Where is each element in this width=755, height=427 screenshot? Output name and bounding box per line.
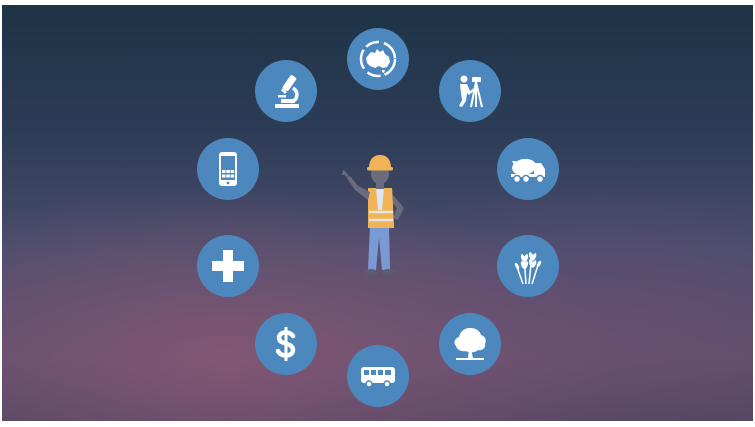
wheat-icon [514,252,542,285]
medical-cross-icon [212,250,244,282]
australia-map-circle [347,28,409,90]
microscope-circle [255,60,317,122]
microscope-icon [275,75,299,108]
tree-icon [454,328,486,360]
smartphone-icon [219,152,237,186]
construction-worker-icon [341,155,404,275]
cement-truck-circle [497,138,559,200]
dollar-circle [255,313,317,375]
australia-map-icon [359,40,397,78]
wheat-circle [497,235,559,297]
cement-truck-icon [511,158,545,184]
illustration-stage [2,5,753,421]
smartphone-circle [197,138,259,200]
bus-icon [361,367,395,388]
surveyor-icon [459,75,483,108]
surveyor-circle [439,60,501,122]
medical-cross-circle [197,235,259,297]
bus-circle [347,345,409,407]
tree-circle [439,313,501,375]
dollar-icon [275,327,296,361]
